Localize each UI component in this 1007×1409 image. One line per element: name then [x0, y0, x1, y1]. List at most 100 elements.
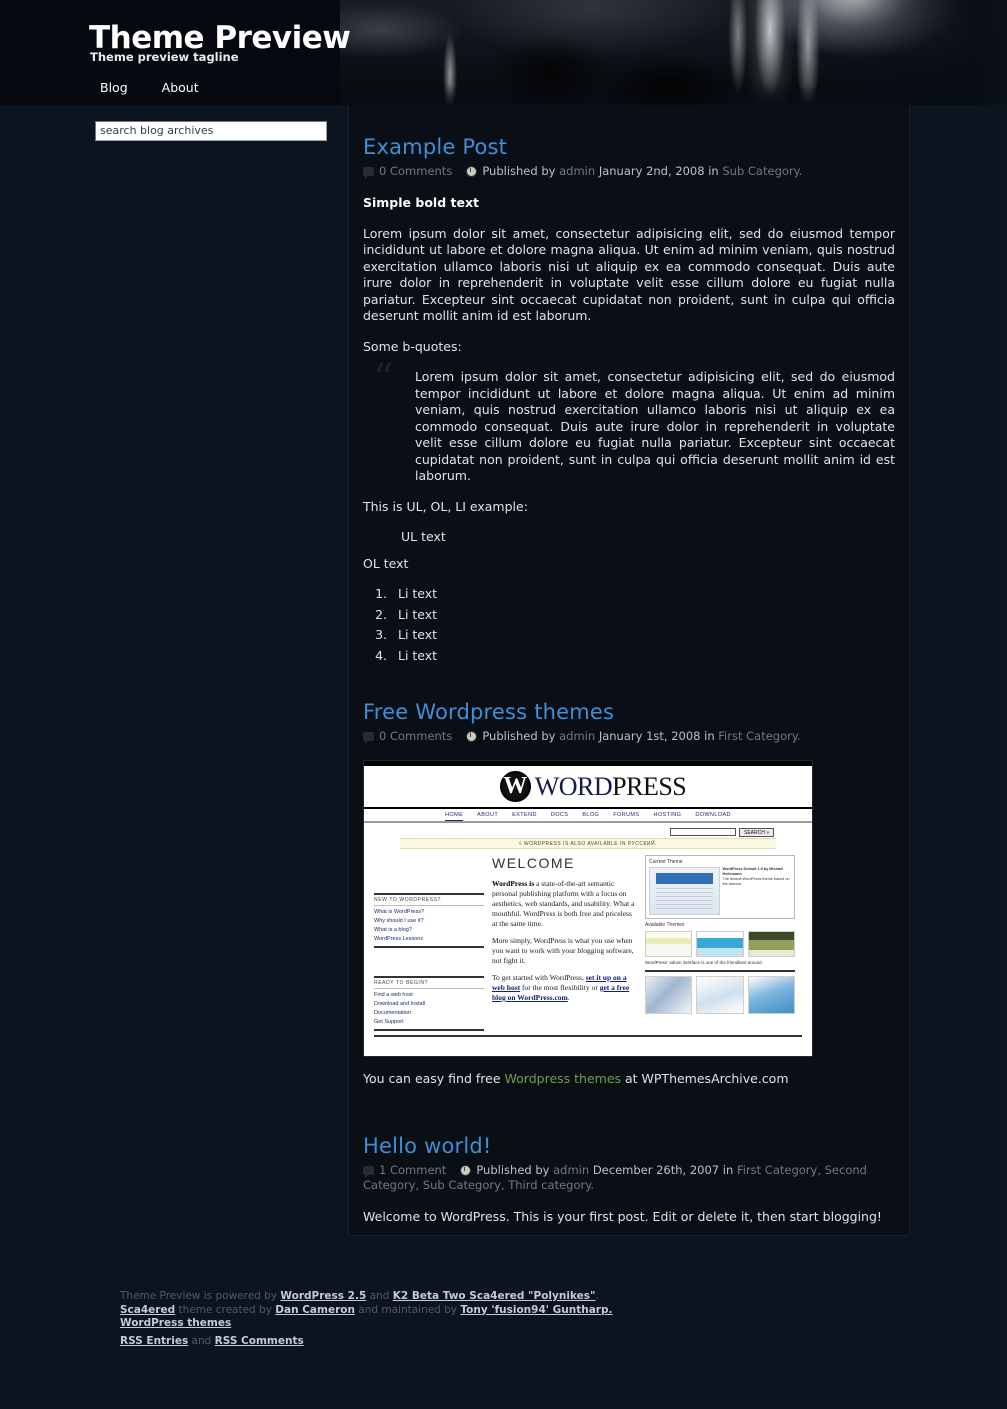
wp-available-themes-label: Available Themes [645, 922, 685, 928]
post-date: January 1st, 2008 [598, 729, 701, 743]
search-widget [95, 119, 327, 141]
wordpress-homepage-screenshot[interactable]: W WORDPRESS HOME ABOUT EXTEND DOCS BLOG … [363, 760, 813, 1057]
bquote-lead: Some b-quotes: [363, 338, 462, 354]
comments-link[interactable]: 0 Comments [379, 164, 452, 178]
post-paragraph: Welcome to WordPress. This is your first… [363, 1208, 882, 1224]
footer-period-1: . [595, 1290, 599, 1302]
wp-nav-docs[interactable]: DOCS [551, 812, 569, 821]
wp-new-head: NEW TO WORDPRESS? [374, 893, 484, 906]
wp-ready-item[interactable]: Documentation [374, 1010, 484, 1016]
post-caption: You can easy find free Wordpress themes … [363, 1071, 895, 1088]
footer-link-rss-entries[interactable]: RSS Entries [120, 1335, 188, 1347]
post-free-wordpress-themes: Free Wordpress themes 0 Comments Publishe… [349, 700, 909, 1088]
main-navigation: Blog About [90, 80, 223, 95]
published-by-label: Published by [482, 164, 556, 178]
ol-item: Li text [391, 586, 895, 603]
wp-p1-bold: WordPress is [492, 879, 535, 888]
wp-columns: NEW TO WORDPRESS? What is WordPress? Why… [364, 849, 812, 1031]
footer-link-k2[interactable]: K2 Beta Two Sca4ered "Polynikes" [393, 1290, 596, 1302]
wp-paragraph-3: To get started with WordPress, set it up… [492, 973, 637, 1003]
post-categories[interactable]: Sub Category [722, 164, 798, 178]
wp-p3-mid: for the most flexibility or [520, 983, 600, 992]
ol-item: Li text [391, 607, 895, 624]
wp-theme-blix[interactable] [696, 931, 744, 957]
post-title-link[interactable]: Hello world! [363, 1134, 492, 1158]
post-title: Free Wordpress themes [363, 700, 895, 724]
wp-screenshot-row [645, 976, 795, 1014]
site-footer: Theme Preview is powered by WordPress 2.… [0, 1290, 1007, 1348]
published-by-label: Published by [476, 1162, 550, 1177]
wp-nav-blog[interactable]: BLOG [582, 812, 599, 821]
wp-nav-download[interactable]: DOWNLOAD [695, 812, 731, 821]
wordpress-logo-icon: W [499, 771, 531, 802]
post-title-link[interactable]: Free Wordpress themes [363, 700, 614, 724]
wp-new-item[interactable]: What is WordPress? [374, 909, 484, 915]
wp-language-notice: ◊ WORDPRESS IS ALSO AVAILABLE IN РУССКИЙ… [400, 838, 776, 849]
footer-link-wordpress-themes[interactable]: WordPress themes [120, 1317, 231, 1329]
wp-mid-column: WELCOME WordPress is a state-of-the-art … [492, 855, 637, 1031]
wp-current-theme-name: WordPress Default 1.5 by Michael Heilema… [722, 867, 784, 876]
post-paragraph: Lorem ipsum dolor sit amet, consectetur … [363, 225, 895, 324]
search-input[interactable] [95, 120, 327, 141]
footer-link-sca4ered[interactable]: Sca4ered [120, 1304, 175, 1316]
wp-search-button[interactable]: SEARCH » [738, 827, 774, 837]
site-tagline: Theme preview tagline [90, 50, 239, 64]
footer-and-2: and [188, 1334, 215, 1347]
wp-search-input[interactable] [669, 828, 736, 836]
wp-logo-row: W WORDPRESS [364, 766, 812, 809]
in-label: in [722, 1162, 734, 1177]
nav-item-blog[interactable]: Blog [90, 80, 152, 95]
header-waterfall-image [340, 0, 1007, 105]
wp-nav-home[interactable]: HOME [445, 812, 464, 821]
wp-paragraph-1: WordPress is a state-of-the-art semantic… [492, 879, 637, 929]
wp-ready-head: READY TO BEGIN? [374, 976, 484, 989]
wp-search-row: SEARCH » [364, 823, 812, 838]
footer-link-tony-guntharp[interactable]: Tony 'fusion94' Guntharp. [460, 1304, 612, 1316]
wp-theme-almost-spring[interactable] [645, 931, 693, 957]
wp-nav-about[interactable]: ABOUT [477, 812, 498, 821]
clock-icon [466, 731, 478, 742]
post-meta: 0 Comments Published by admin January 2nd… [363, 164, 895, 179]
wp-screen-thumb[interactable] [696, 976, 744, 1014]
wp-nav-hosting[interactable]: HOSTING [653, 812, 681, 821]
wp-screen-thumb[interactable] [645, 976, 693, 1014]
footer-line-1: Theme Preview is powered by WordPress 2.… [120, 1290, 1007, 1304]
wp-divider [374, 1029, 484, 1031]
footer-created-by: theme created by [175, 1303, 276, 1316]
caption-before: You can easy find free [363, 1071, 505, 1086]
post-categories[interactable]: First Category [718, 729, 797, 743]
wp-paragraph-2: More simply, WordPress is what you use w… [492, 936, 634, 965]
post-title-link[interactable]: Example Post [363, 135, 507, 159]
wp-available-themes-row [645, 931, 795, 957]
post-body: You can easy find free Wordpress themes … [363, 1071, 895, 1088]
wp-new-item[interactable]: WordPress Lessons [374, 936, 484, 942]
wp-new-item[interactable]: Why should I use it? [374, 918, 484, 924]
wp-divider [645, 970, 795, 972]
comments-link[interactable]: 0 Comments [379, 729, 452, 743]
post-title: Hello world! [363, 1134, 895, 1158]
post-hello-world: Hello world! 1 Comment Published by admin… [349, 1134, 909, 1226]
clock-icon [466, 166, 478, 177]
wp-ready-item[interactable]: Download and Install [374, 1001, 484, 1007]
wordpress-themes-link[interactable]: Wordpress themes [505, 1071, 622, 1086]
footer-link-rss-comments[interactable]: RSS Comments [215, 1335, 304, 1347]
nav-item-about[interactable]: About [152, 80, 223, 95]
ul-item: UL text [401, 529, 446, 544]
wp-new-item[interactable]: What is a blog? [374, 927, 484, 933]
comment-bubble-icon [363, 167, 374, 179]
wp-nav-forums[interactable]: FORUMS [613, 812, 639, 821]
wp-ready-item[interactable]: Find a web host [374, 992, 484, 998]
footer-link-wordpress[interactable]: WordPress 2.5 [280, 1290, 366, 1302]
wp-nav: HOME ABOUT EXTEND DOCS BLOG FORUMS HOSTI… [364, 809, 812, 823]
footer-link-dan-cameron[interactable]: Dan Cameron [275, 1304, 355, 1316]
meta-period: . [797, 729, 801, 743]
wp-p3-before: To get started with WordPress, [492, 973, 586, 982]
wp-nav-extend[interactable]: EXTEND [512, 812, 537, 821]
wm-ord: ORD [558, 771, 613, 801]
wp-theme-co[interactable] [747, 931, 795, 957]
wp-screen-thumb[interactable] [747, 976, 795, 1014]
wp-ready-item[interactable]: Get Support [374, 1019, 484, 1025]
post-author: admin [553, 1162, 590, 1177]
footer-and-1: and [366, 1290, 393, 1302]
comments-link[interactable]: 1 Comment [379, 1163, 446, 1177]
